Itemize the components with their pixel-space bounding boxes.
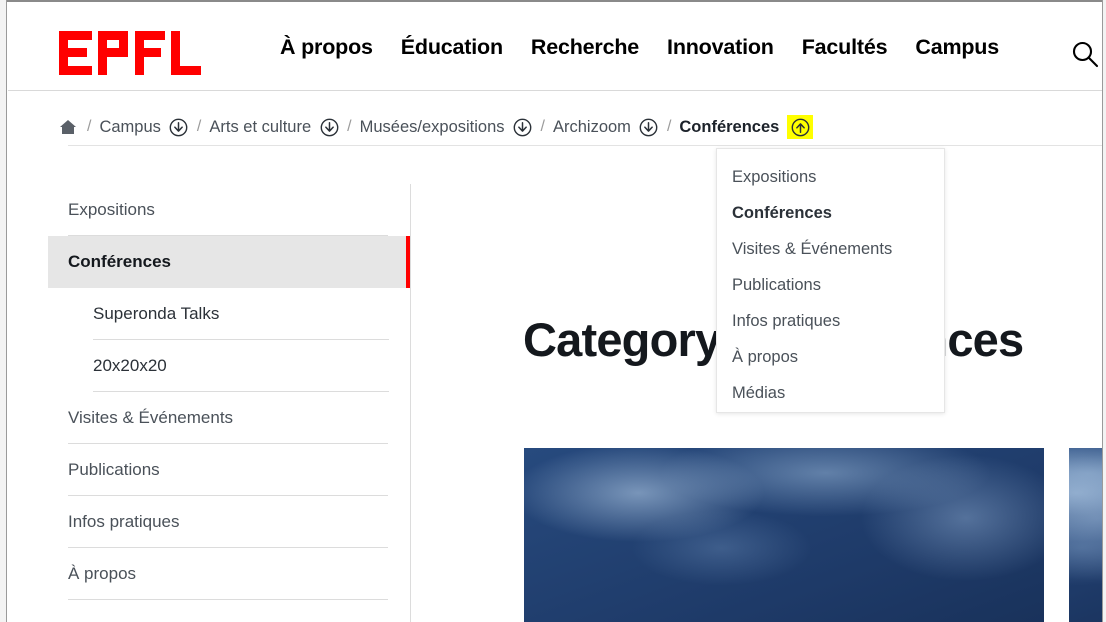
- site-header: À propos Éducation Recherche Innovation …: [8, 2, 1102, 91]
- card-next[interactable]: [1069, 448, 1102, 622]
- breadcrumb-item-campus[interactable]: Campus: [99, 118, 160, 137]
- breadcrumb-item-archizoom[interactable]: Archizoom: [553, 118, 631, 137]
- window-frame-right: [1102, 0, 1106, 622]
- dropdown-item-expositions[interactable]: Expositions: [717, 159, 944, 195]
- sidebar-item-infos-pratiques[interactable]: Infos pratiques: [48, 496, 410, 548]
- dropdown-item-label: Publications: [732, 275, 821, 294]
- sidebar-item-label: Publications: [68, 460, 160, 479]
- breadcrumb-separator: /: [196, 118, 202, 135]
- dropdown-item-label: À propos: [732, 347, 799, 366]
- card-background-image: [524, 448, 1044, 622]
- nav-item-facultes[interactable]: Facultés: [802, 35, 888, 60]
- sidebar-navigation: Expositions Conférences Superonda Talks …: [48, 184, 410, 600]
- dropdown-item-infos-pratiques[interactable]: Infos pratiques: [717, 303, 944, 339]
- sidebar-item-label: À propos: [68, 564, 137, 583]
- circle-arrow-down-icon[interactable]: [639, 117, 659, 137]
- page-content: À propos Éducation Recherche Innovation …: [8, 2, 1102, 622]
- sidebar-item-label: Infos pratiques: [68, 512, 180, 531]
- breadcrumb: / Campus / Arts et culture / Musées/expo…: [59, 112, 814, 142]
- sidebar-item-label: Visites & Événements: [68, 408, 234, 427]
- sidebar-item-label: Superonda Talks: [93, 304, 220, 323]
- nav-item-recherche[interactable]: Recherche: [531, 35, 639, 60]
- window-frame-left: [0, 0, 7, 622]
- circle-arrow-down-icon[interactable]: [319, 117, 339, 137]
- dropdown-item-label: Médias: [732, 383, 786, 402]
- breadcrumb-separator: /: [540, 118, 545, 135]
- dropdown-item-medias[interactable]: Médias: [717, 375, 944, 411]
- sidebar-item-a-propos[interactable]: À propos: [48, 548, 410, 600]
- dropdown-item-publications[interactable]: Publications: [717, 267, 944, 303]
- sidebar-rule: [68, 599, 388, 600]
- card-design-with-nature[interactable]: Design with Nature: [524, 448, 1044, 622]
- dropdown-item-label: Conférences: [732, 203, 832, 222]
- circle-arrow-down-icon[interactable]: [169, 117, 189, 137]
- home-icon[interactable]: [59, 118, 79, 136]
- active-indicator: [406, 236, 410, 288]
- circle-arrow-up-icon[interactable]: [787, 115, 814, 139]
- breadcrumb-separator: /: [87, 118, 92, 135]
- breadcrumb-item-conferences[interactable]: Conférences: [679, 118, 779, 137]
- dropdown-item-label: Infos pratiques: [732, 311, 841, 330]
- circle-arrow-down-icon[interactable]: [513, 117, 533, 137]
- main-navigation: À propos Éducation Recherche Innovation …: [280, 35, 999, 60]
- card-background-image: [1069, 448, 1102, 622]
- browser-viewport: À propos Éducation Recherche Innovation …: [0, 0, 1106, 622]
- search-icon[interactable]: [1070, 39, 1100, 69]
- dropdown-item-visites-evenements[interactable]: Visites & Événements: [717, 231, 944, 267]
- sidebar-item-label: Conférences: [68, 252, 171, 271]
- sidebar-divider: [410, 184, 411, 622]
- breadcrumb-dropdown-menu: Expositions Conférences Visites & Événem…: [716, 148, 945, 413]
- nav-item-a-propos[interactable]: À propos: [280, 35, 373, 60]
- breadcrumb-divider: [68, 145, 1102, 146]
- dropdown-item-a-propos[interactable]: À propos: [717, 339, 944, 375]
- sidebar-item-publications[interactable]: Publications: [48, 444, 410, 496]
- sidebar-item-visites-evenements[interactable]: Visites & Événements: [48, 392, 410, 444]
- epfl-logo[interactable]: [59, 31, 201, 75]
- sidebar-item-superonda-talks[interactable]: Superonda Talks: [48, 288, 410, 340]
- dropdown-item-conferences[interactable]: Conférences: [717, 195, 944, 231]
- sidebar-item-label: 20x20x20: [93, 356, 167, 375]
- breadcrumb-item-arts-et-culture[interactable]: Arts et culture: [209, 118, 311, 137]
- card-grid: Design with Nature: [524, 448, 1102, 622]
- nav-item-campus[interactable]: Campus: [915, 35, 999, 60]
- breadcrumb-separator: /: [347, 118, 352, 135]
- nav-item-education[interactable]: Éducation: [401, 35, 503, 60]
- sidebar-item-label: Expositions: [68, 200, 155, 219]
- breadcrumb-separator: /: [666, 118, 672, 135]
- sidebar-item-20x20x20[interactable]: 20x20x20: [48, 340, 410, 392]
- breadcrumb-item-musees-expositions[interactable]: Musées/expositions: [360, 118, 505, 137]
- dropdown-item-label: Visites & Événements: [732, 239, 893, 258]
- sidebar-item-conferences[interactable]: Conférences: [48, 236, 410, 288]
- nav-item-innovation[interactable]: Innovation: [667, 35, 774, 60]
- window-frame-top: [0, 0, 1106, 2]
- sidebar-item-expositions[interactable]: Expositions: [48, 184, 410, 236]
- dropdown-item-label: Expositions: [732, 167, 817, 186]
